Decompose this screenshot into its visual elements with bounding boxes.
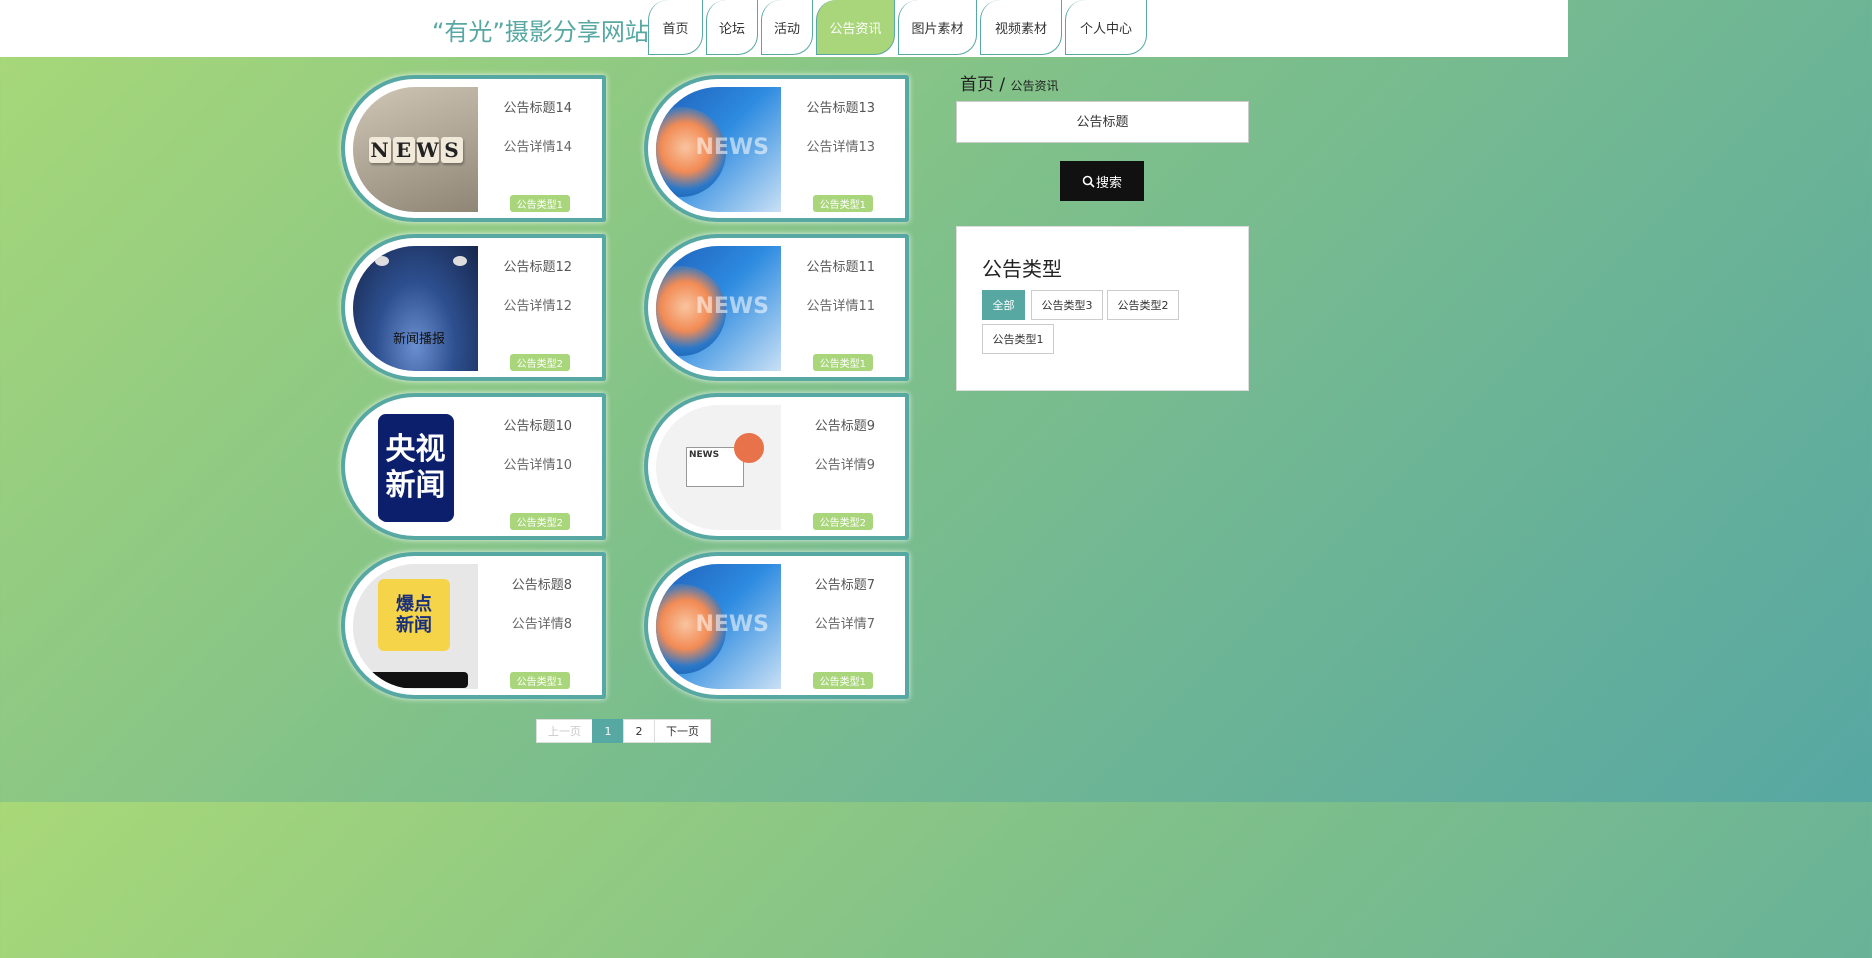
globe-news-text: NEWS [695, 135, 769, 160]
type-badge: 公告类型2 [509, 513, 570, 530]
card-detail: 公告详情12 [503, 299, 572, 314]
site-title[interactable]: “有光”摄影分享网站 [432, 12, 649, 47]
cube-letter: N [368, 136, 391, 163]
card-detail: 公告详情11 [806, 299, 875, 314]
type-badge: 公告类型1 [812, 354, 873, 371]
card-detail: 公告详情14 [503, 140, 572, 155]
breadcrumb-separator: / [999, 75, 1006, 95]
card-title[interactable]: 公告标题12 [503, 256, 572, 275]
search-button-label: 搜索 [1095, 174, 1122, 190]
announcement-card[interactable]: NEWS 公告标题13 公告详情13 公告类型1 [644, 75, 909, 222]
category-tag-2[interactable]: 公告类型2 [1107, 290, 1179, 320]
nav-videos[interactable]: 视频素材 [980, 0, 1062, 55]
page-1-button[interactable]: 1 [592, 719, 624, 743]
spotlight [453, 256, 467, 266]
search-button[interactable]: 搜索 [1060, 161, 1144, 201]
type-badge: 公告类型2 [812, 513, 873, 530]
search-icon [1082, 175, 1095, 188]
cctv-text: 新闻 [385, 467, 446, 503]
news-globe-image[interactable]: NEWS [656, 87, 781, 212]
next-page-button[interactable]: 下一页 [654, 719, 711, 743]
top-header: “有光”摄影分享网站 首页 论坛 活动 公告资讯 图片素材 视频素材 个人中心 [0, 0, 1568, 57]
burst-logo: 爆点 新闻 [378, 579, 450, 651]
announcement-card[interactable]: NEWS 公告标题9 公告详情9 公告类型2 [644, 393, 909, 540]
card-detail: 公告详情9 [814, 458, 875, 473]
nav-profile[interactable]: 个人中心 [1065, 0, 1147, 55]
announcement-card[interactable]: 央视 新闻 公告标题10 公告详情10 公告类型2 [341, 393, 606, 540]
breadcrumb-home[interactable]: 首页 [960, 75, 994, 95]
nav-forum[interactable]: 论坛 [706, 0, 758, 55]
type-badge: 公告类型1 [509, 195, 570, 212]
category-tag-1[interactable]: 公告类型1 [982, 324, 1054, 354]
globe-news-text: NEWS [695, 612, 769, 637]
card-detail: 公告详情7 [814, 617, 875, 632]
cube-letter: W [416, 136, 439, 163]
cctv-text: 央视 [385, 431, 446, 467]
card-detail: 公告详情13 [806, 140, 875, 155]
cube-letter: E [392, 136, 415, 163]
card-detail: 公告详情8 [511, 617, 572, 632]
card-title[interactable]: 公告标题7 [815, 574, 875, 593]
cctv-logo: 央视 新闻 [377, 413, 454, 522]
card-title[interactable]: 公告标题8 [512, 574, 572, 593]
search-input[interactable] [956, 101, 1249, 143]
nav-activity[interactable]: 活动 [761, 0, 813, 55]
nav-home[interactable]: 首页 [648, 0, 703, 55]
announcement-card[interactable]: NEWS 公告标题7 公告详情7 公告类型1 [644, 552, 909, 699]
announcement-card[interactable]: 新闻播报 公告标题12 公告详情12 公告类型2 [341, 234, 606, 381]
category-panel: 公告类型 全部 公告类型3 公告类型2 公告类型1 [956, 226, 1249, 391]
news-stage-image[interactable]: 新闻播报 [353, 246, 478, 371]
spotlight [375, 256, 389, 266]
card-detail: 公告详情10 [503, 458, 572, 473]
stage-text: 新闻播报 [393, 332, 446, 347]
nav-announcements[interactable]: 公告资讯 [816, 0, 895, 55]
cube-letter: S [440, 136, 463, 163]
breadcrumb-current: 公告资讯 [1010, 79, 1059, 93]
pagination: 上一页 1 2 下一页 [536, 719, 711, 743]
card-title[interactable]: 公告标题11 [806, 256, 875, 275]
nav-images[interactable]: 图片素材 [898, 0, 977, 55]
type-badge: 公告类型1 [812, 195, 873, 212]
burst-text: 爆点 [396, 594, 432, 615]
card-title[interactable]: 公告标题10 [503, 415, 572, 434]
prev-page-button[interactable]: 上一页 [536, 719, 593, 743]
main-nav: 首页 论坛 活动 公告资讯 图片素材 视频素材 个人中心 [648, 0, 1150, 57]
category-tag-3[interactable]: 公告类型3 [1031, 290, 1103, 320]
type-badge: 公告类型1 [812, 672, 873, 689]
type-badge: 公告类型2 [509, 354, 570, 371]
announcement-card[interactable]: 爆点 新闻 公告标题8 公告详情8 公告类型1 [341, 552, 606, 699]
category-title: 公告类型 [982, 257, 1062, 281]
cctv-news-image[interactable]: 央视 新闻 [353, 405, 478, 530]
category-tag-all[interactable]: 全部 [982, 290, 1025, 320]
card-title[interactable]: 公告标题9 [815, 415, 875, 434]
news-globe-image[interactable]: NEWS [656, 246, 781, 371]
card-title[interactable]: 公告标题13 [806, 97, 875, 116]
newspaper-image[interactable]: NEWS [656, 405, 781, 530]
announcement-card[interactable]: N E W S 公告标题14 公告详情14 公告类型1 [341, 75, 606, 222]
phone-graphic [368, 672, 468, 688]
burst-text: 新闻 [396, 615, 432, 636]
page-2-button[interactable]: 2 [623, 719, 655, 743]
news-globe-image[interactable]: NEWS [656, 564, 781, 689]
announcement-card[interactable]: NEWS 公告标题11 公告详情11 公告类型1 [644, 234, 909, 381]
coffee-cup-graphic [734, 433, 764, 463]
burst-news-image[interactable]: 爆点 新闻 [353, 564, 478, 689]
news-cubes-image[interactable]: N E W S [353, 87, 478, 212]
breadcrumb: 首页 / 公告资讯 [960, 70, 1059, 95]
card-title[interactable]: 公告标题14 [503, 97, 572, 116]
globe-news-text: NEWS [695, 294, 769, 319]
type-badge: 公告类型1 [509, 672, 570, 689]
